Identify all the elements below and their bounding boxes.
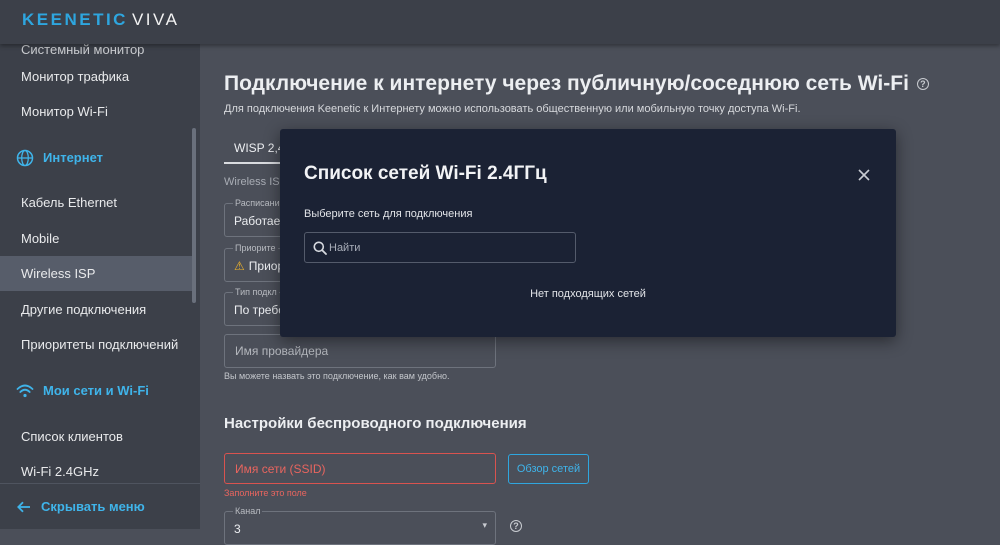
sidebar-section-label: Интернет (43, 150, 104, 165)
sidebar-scrollbar[interactable] (192, 128, 196, 303)
search-icon (313, 241, 327, 260)
channel-value: 3 (234, 522, 241, 536)
priority-value-text: Приор (248, 259, 285, 273)
dialog-title: Список сетей Wi-Fi 2.4ГГц (304, 163, 547, 184)
brand-logo[interactable]: KEENETIC VIVA (22, 10, 179, 30)
page-title: Подключение к интернету через публичную/… (224, 72, 929, 96)
connection-type-value: По требо (234, 303, 285, 317)
network-search-field[interactable] (304, 232, 576, 263)
sidebar-item-other-connections[interactable]: Другие подключения (0, 292, 192, 327)
channel-help-icon[interactable]: ? (510, 520, 522, 532)
sidebar-item-connection-priorities[interactable]: Приоритеты подключений (0, 327, 192, 362)
no-networks-message: Нет подходящих сетей (530, 288, 646, 300)
help-icon[interactable]: ? (916, 78, 929, 91)
channel-select[interactable]: Канал 3 ▾ (224, 506, 496, 545)
sidebar-section-label: Мои сети и Wi-Fi (43, 383, 149, 398)
globe-icon (15, 148, 35, 168)
page-description: Для подключения Keenetic к Интернету мож… (224, 103, 801, 115)
sidebar: Системный монитор Монитор трафика Монито… (0, 44, 200, 529)
sidebar-item-client-list[interactable]: Список клиентов (0, 419, 192, 454)
dialog-subtitle: Выберите сеть для подключения (304, 208, 473, 220)
network-search-input[interactable] (329, 237, 569, 259)
brand-model: VIVA (131, 10, 180, 29)
provider-name-input[interactable]: Имя провайдера (224, 334, 496, 368)
top-bar: KEENETIC VIVA (0, 0, 1000, 44)
ssid-error-text: Заполните это поле (224, 488, 307, 498)
sidebar-section-my-networks[interactable]: Мои сети и Wi-Fi (0, 373, 192, 408)
sidebar-item-wireless-isp[interactable]: Wireless ISP (0, 256, 192, 291)
arrow-left-icon (17, 501, 31, 513)
ssid-input[interactable]: Имя сети (SSID) (224, 453, 496, 484)
chevron-down-icon: ▾ (482, 520, 487, 530)
close-icon[interactable] (856, 167, 872, 183)
schedule-label: Расписани (233, 198, 282, 208)
hide-menu-button[interactable]: Скрывать меню (0, 483, 200, 529)
schedule-value: Работает (234, 214, 286, 228)
sidebar-section-internet[interactable]: Интернет (0, 140, 192, 175)
provider-name-placeholder: Имя провайдера (235, 344, 329, 358)
provider-name-hint: Вы можете назвать это подключение, как в… (224, 371, 450, 381)
channel-label: Канал (233, 506, 263, 516)
sidebar-item-wifi-monitor[interactable]: Монитор Wi-Fi (0, 94, 192, 129)
wireless-isp-label: Wireless IS (224, 176, 280, 188)
connection-type-label: Тип подкл (233, 287, 279, 297)
sidebar-item-ethernet-cable[interactable]: Кабель Ethernet (0, 185, 192, 220)
priority-value: ⚠ Приор (234, 259, 284, 273)
priority-label: Приорите (233, 243, 278, 253)
scan-networks-button[interactable]: Обзор сетей (508, 454, 589, 484)
warning-icon: ⚠ (234, 259, 245, 273)
sidebar-item-traffic-monitor[interactable]: Монитор трафика (0, 59, 192, 94)
wireless-settings-title: Настройки беспроводного подключения (224, 415, 527, 432)
brand-name: KEENETIC (22, 10, 128, 29)
wifi-icon (15, 381, 35, 401)
wifi-networks-dialog: Список сетей Wi-Fi 2.4ГГц Выберите сеть … (280, 129, 896, 337)
hide-menu-label: Скрывать меню (41, 499, 145, 514)
sidebar-item-mobile[interactable]: Mobile (0, 221, 192, 256)
page-title-text: Подключение к интернету через публичную/… (224, 72, 909, 95)
ssid-placeholder: Имя сети (SSID) (235, 462, 326, 476)
